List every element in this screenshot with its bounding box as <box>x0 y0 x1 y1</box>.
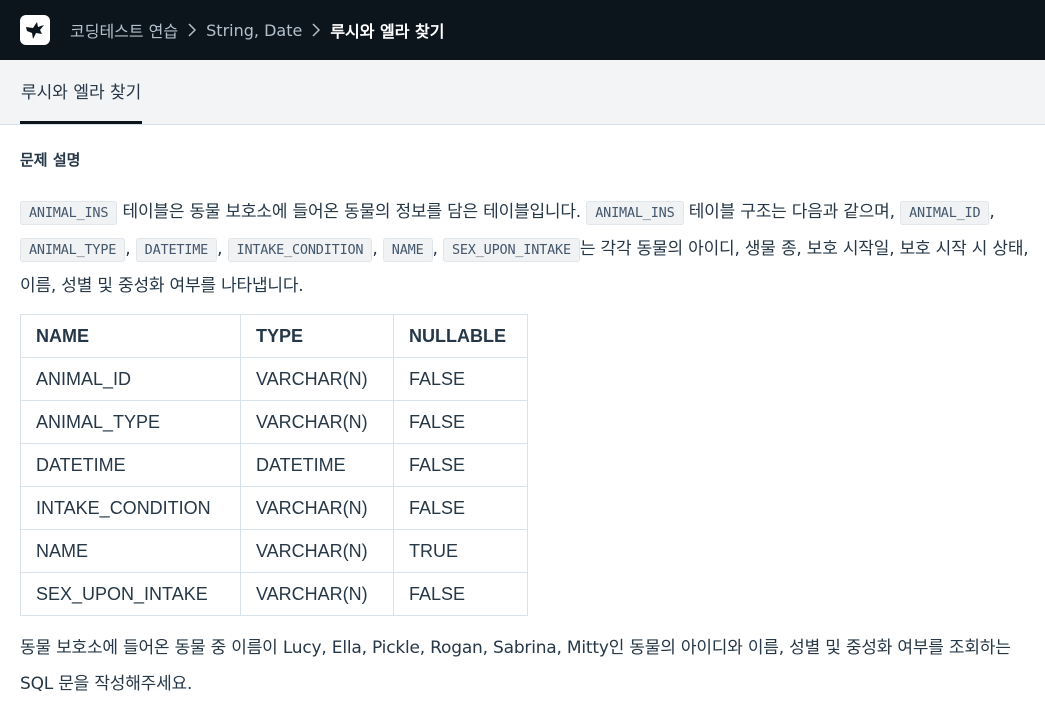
table-row: SEX_UPON_INTAKE VARCHAR(N) FALSE <box>20 572 528 616</box>
breadcrumb-category[interactable]: String, Date <box>206 21 302 40</box>
comma: , <box>125 239 131 259</box>
desc-text-1: 테이블은 동물 보호소에 들어온 동물의 정보를 담은 테이블입니다. <box>122 202 582 222</box>
table-cell: VARCHAR(N) <box>240 529 394 573</box>
table-cell: DATETIME <box>20 443 241 487</box>
table-row: INTAKE_CONDITION VARCHAR(N) FALSE <box>20 486 528 530</box>
table-cell: TRUE <box>393 529 528 573</box>
table-cell: SEX_UPON_INTAKE <box>20 572 241 616</box>
problem-content: 문제 설명 ANIMAL_INS 테이블은 동물 보호소에 들어온 동물의 정보… <box>0 125 1045 702</box>
comma: , <box>372 239 378 259</box>
code-animal-ins: ANIMAL_INS <box>586 201 684 225</box>
table-row: ANIMAL_TYPE VARCHAR(N) FALSE <box>20 400 528 444</box>
top-navigation-bar: 코딩테스트 연습 String, Date 루시와 엘라 찾기 <box>0 0 1045 60</box>
problem-question: 동물 보호소에 들어온 동물 중 이름이 Lucy, Ella, Pickle,… <box>20 638 1011 694</box>
breadcrumb-coding-test[interactable]: 코딩테스트 연습 <box>70 18 178 42</box>
table-cell: FALSE <box>393 400 528 444</box>
table-cell: NAME <box>20 529 241 573</box>
tab-bar: 루시와 엘라 찾기 <box>0 60 1045 125</box>
column-header: NAME <box>20 314 241 358</box>
tab-problem[interactable]: 루시와 엘라 찾기 <box>20 59 143 124</box>
schema-table: NAME TYPE NULLABLE ANIMAL_ID VARCHAR(N) … <box>20 314 528 616</box>
chevron-right-icon <box>312 23 321 37</box>
table-cell: INTAKE_CONDITION <box>20 486 241 530</box>
table-cell: FALSE <box>393 357 528 401</box>
code-animal-type: ANIMAL_TYPE <box>20 238 126 262</box>
code-intake-condition: INTAKE_CONDITION <box>227 238 373 262</box>
table-row: DATETIME DATETIME FALSE <box>20 443 528 487</box>
table-cell: VARCHAR(N) <box>240 400 394 444</box>
comma: , <box>432 239 438 259</box>
table-cell: FALSE <box>393 486 528 530</box>
table-cell: VARCHAR(N) <box>240 357 394 401</box>
column-header: NULLABLE <box>393 314 528 358</box>
chevron-right-icon <box>188 23 197 37</box>
code-animal-id: ANIMAL_ID <box>900 201 990 225</box>
code-sex-upon-intake: SEX_UPON_INTAKE <box>442 238 580 262</box>
breadcrumb-current-problem: 루시와 엘라 찾기 <box>330 22 445 41</box>
comma: , <box>217 239 223 259</box>
table-cell: DATETIME <box>240 443 394 487</box>
bird-logo-icon[interactable] <box>20 15 50 45</box>
table-cell: VARCHAR(N) <box>240 572 394 616</box>
table-cell: FALSE <box>393 443 528 487</box>
table-cell: ANIMAL_TYPE <box>20 400 241 444</box>
comma: , <box>989 202 995 222</box>
code-datetime: DATETIME <box>135 238 218 262</box>
code-animal-ins: ANIMAL_INS <box>20 201 118 225</box>
column-header: TYPE <box>240 314 394 358</box>
section-title: 문제 설명 <box>20 151 81 169</box>
table-cell: ANIMAL_ID <box>20 357 241 401</box>
table-cell: VARCHAR(N) <box>240 486 394 530</box>
desc-text-2: 테이블 구조는 다음과 같으며, <box>688 202 895 222</box>
table-cell: FALSE <box>393 572 528 616</box>
table-row: ANIMAL_ID VARCHAR(N) FALSE <box>20 357 528 401</box>
breadcrumb: 코딩테스트 연습 String, Date 루시와 엘라 찾기 <box>70 18 445 42</box>
problem-description: ANIMAL_INS 테이블은 동물 보호소에 들어온 동물의 정보를 담은 테… <box>20 194 1030 304</box>
table-row: NAME VARCHAR(N) TRUE <box>20 529 528 573</box>
code-name: NAME <box>382 238 433 262</box>
table-header-row: NAME TYPE NULLABLE <box>20 314 528 358</box>
